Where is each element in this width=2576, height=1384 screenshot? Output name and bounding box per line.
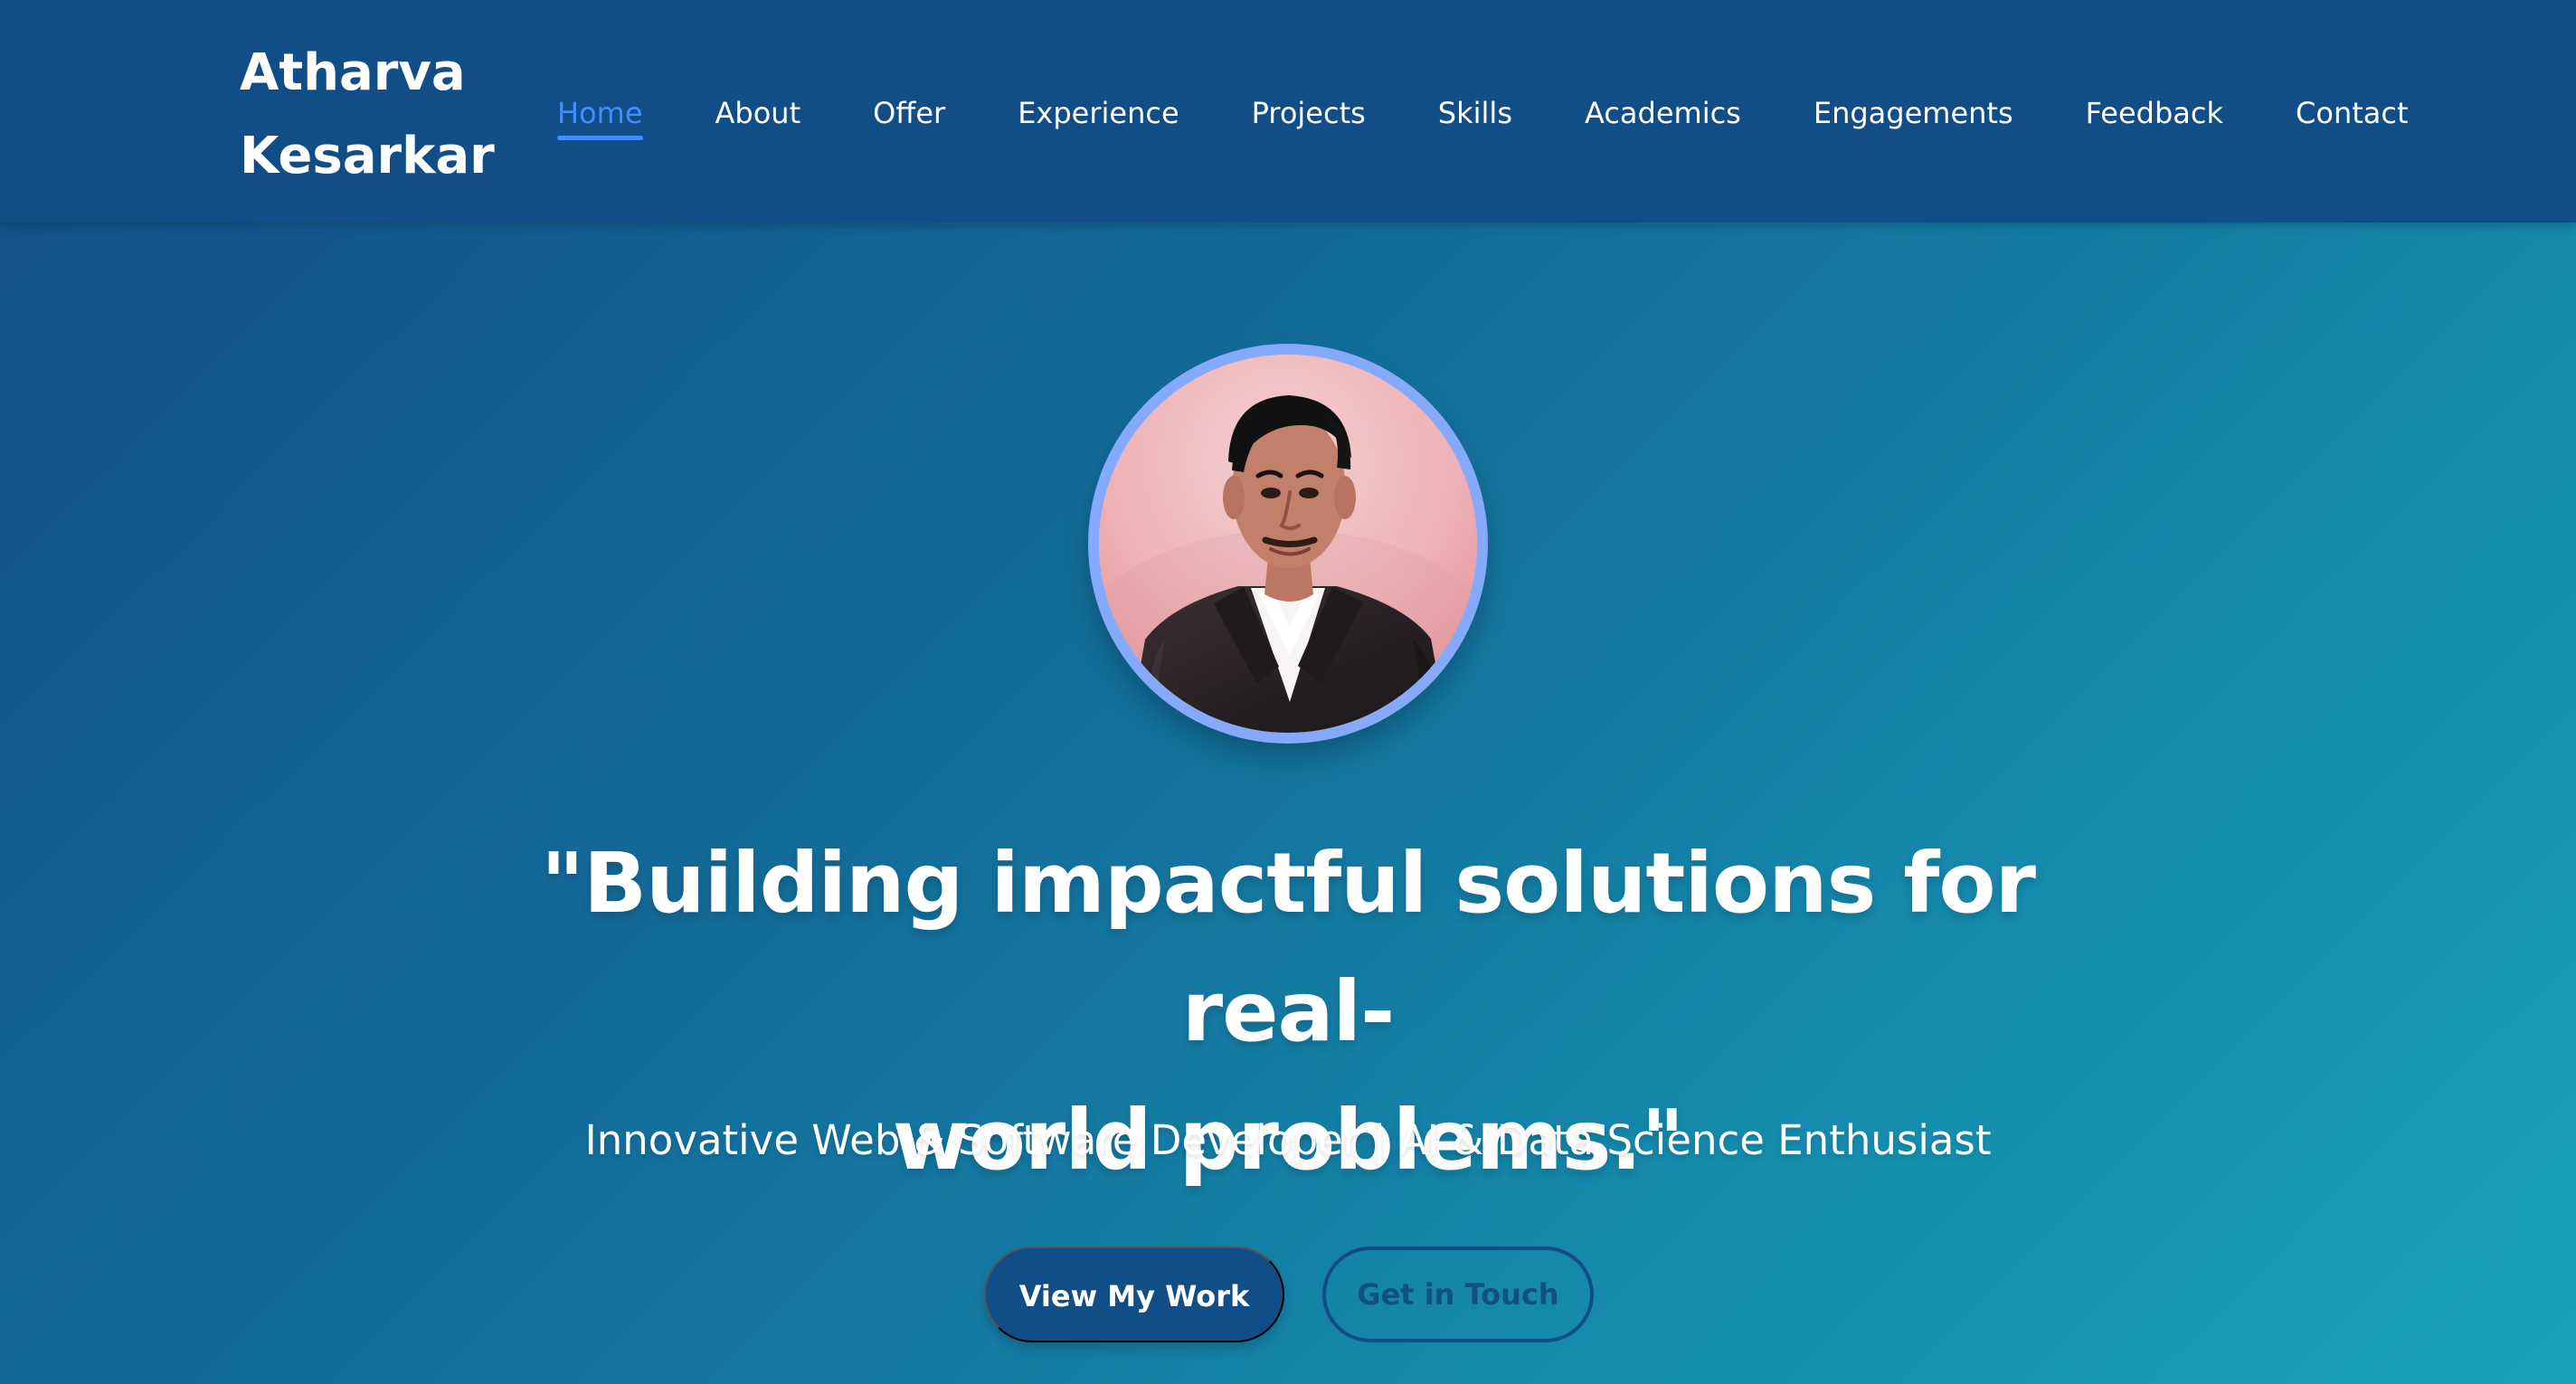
main-navigation: Home About Offer Experience Projects Ski… (557, 89, 2409, 143)
get-in-touch-button[interactable]: Get in Touch (1322, 1247, 1594, 1342)
nav-experience-link[interactable]: Experience (1018, 89, 1179, 137)
portfolio-page: Atharva Kesarkar Home About Offer Experi… (0, 0, 2576, 1384)
nav-projects-link[interactable]: Projects (1252, 89, 1366, 137)
profile-photo-icon (1099, 355, 1477, 733)
site-brand[interactable]: Atharva Kesarkar (240, 32, 511, 198)
brand-last-name: Kesarkar (240, 127, 495, 185)
nav-feedback-link[interactable]: Feedback (2086, 89, 2223, 137)
hero-headline-line-one: "Building impactful solutions for real- (541, 835, 2036, 1060)
top-navigation-bar: Atharva Kesarkar Home About Offer Experi… (0, 0, 2576, 223)
hero-section: "Building impactful solutions for real- … (0, 223, 2576, 1384)
nav-offer-link[interactable]: Offer (873, 89, 945, 137)
nav-engagements-link[interactable]: Engagements (1814, 89, 2013, 137)
profile-photo (1099, 355, 1477, 733)
nav-skills-link[interactable]: Skills (1438, 89, 1512, 137)
nav-about-link[interactable]: About (715, 89, 801, 137)
nav-academics-link[interactable]: Academics (1585, 89, 1741, 137)
view-my-work-button[interactable]: View My Work (984, 1247, 1284, 1342)
profile-photo-avatar (1088, 344, 1488, 744)
nav-home-link[interactable]: Home (557, 89, 643, 140)
nav-contact-link[interactable]: Contact (2296, 89, 2409, 137)
hero-subtitle: Innovative Web & Software Developer | AI… (584, 1116, 1992, 1164)
brand-first-name: Atharva (240, 43, 466, 102)
hero-action-buttons: View My Work Get in Touch (984, 1247, 1595, 1346)
